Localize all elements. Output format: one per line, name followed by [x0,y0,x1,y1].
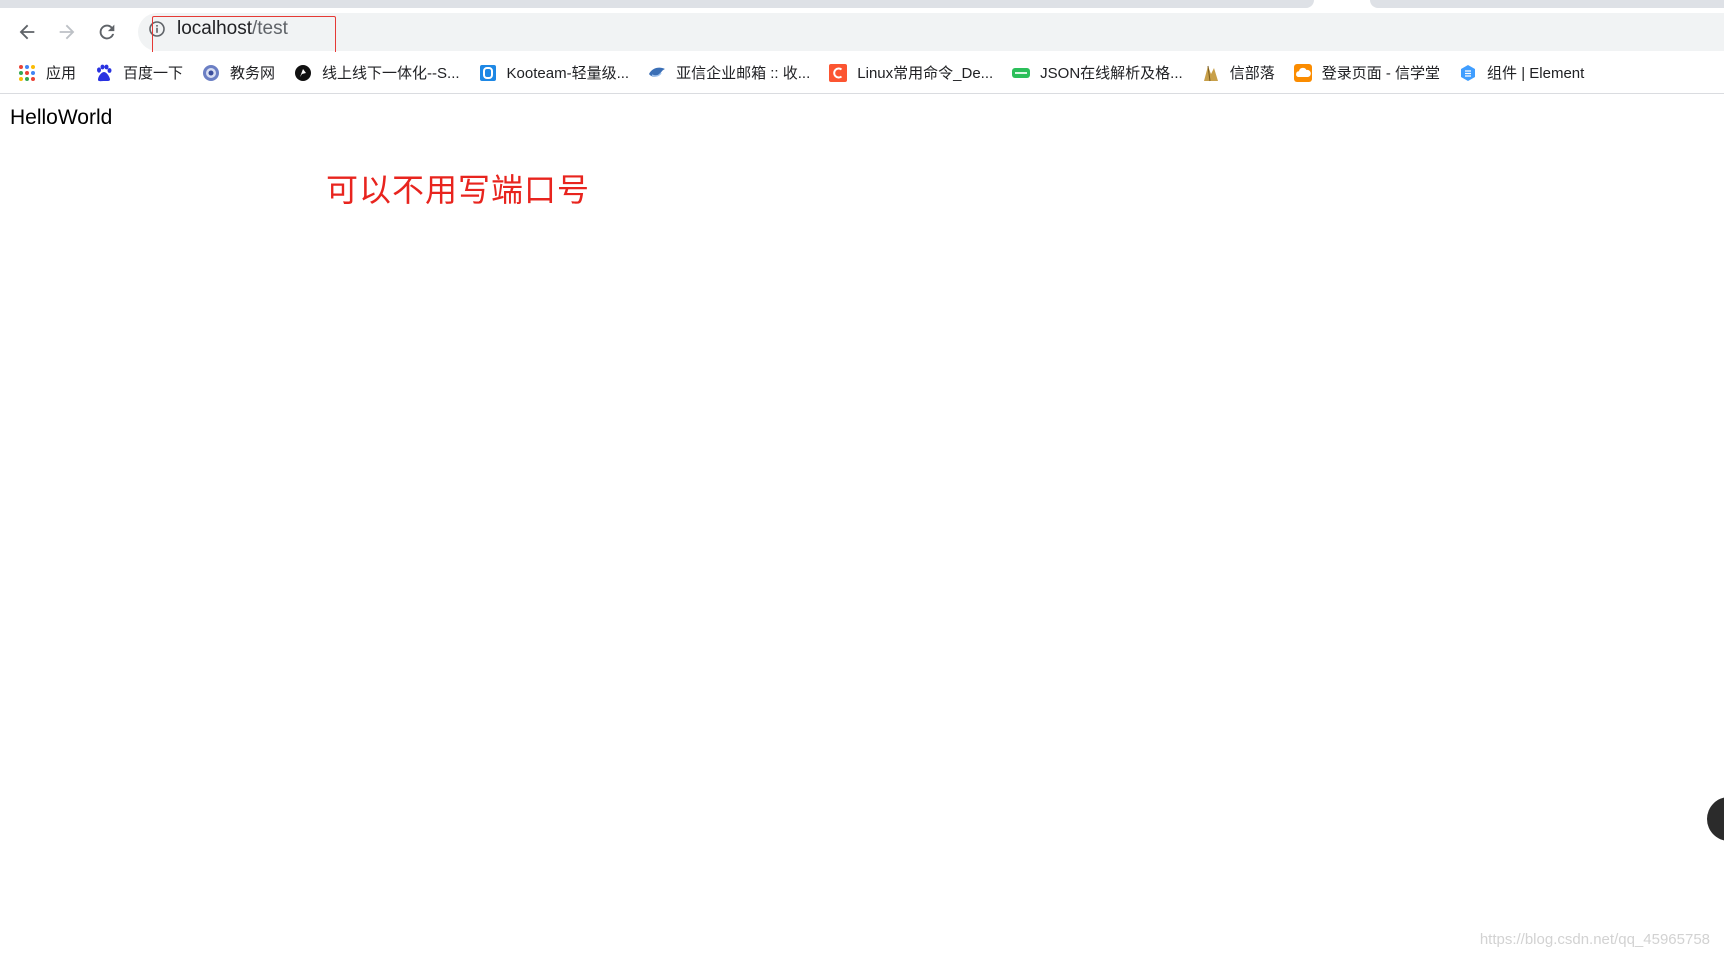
bookmark-linux-commands[interactable]: Linux常用命令_De... [829,59,993,87]
black-circle-icon [294,64,312,82]
page-content: HelloWorld 可以不用写端口号 https://blog.csdn.ne… [0,95,1724,958]
bookmark-label: 百度一下 [123,65,184,82]
shield-globe-icon [202,64,220,82]
mail-bird-icon [648,64,666,82]
bookmark-xinbuluo[interactable]: 信部落 [1202,59,1275,87]
bookmark-label: 线上线下一体化--S... [322,65,460,82]
bookmarks-bar: 应用 百度一下 教务网 线上线下一体化--S... Kooteam-轻量级... [0,52,1724,94]
bookmark-online-offline[interactable]: 线上线下一体化--S... [294,59,460,87]
bookmark-label: 登录页面 - 信学堂 [1321,65,1441,82]
bookmark-label: 组件 | Element [1487,65,1585,82]
bookmark-login-xinxuetang[interactable]: 登录页面 - 信学堂 [1293,59,1441,87]
bookmark-label: Kooteam-轻量级... [506,65,630,82]
port-annotation: 可以不用写端口号 [326,171,591,209]
bookmark-label: 应用 [46,65,77,82]
tab-strip-background-right [1370,0,1724,8]
forward-button[interactable] [51,16,83,48]
bookmark-asiainfo-mail[interactable]: 亚信企业邮箱 :: 收... [648,59,810,87]
address-bar[interactable] [138,13,1724,51]
bookmark-apps[interactable]: 应用 [18,59,76,87]
kooteam-icon [479,64,497,82]
element-hex-icon [1459,64,1477,82]
reload-icon [99,24,115,40]
json-icon [1012,64,1031,82]
page-body-text: HelloWorld [10,106,113,129]
bookmark-element-components[interactable]: 组件 | Element [1459,59,1584,87]
bookmark-json[interactable]: JSON在线解析及格... [1012,59,1183,87]
back-arrow-icon [19,24,35,40]
reload-button[interactable] [91,16,123,48]
bookmark-label: JSON在线解析及格... [1040,65,1183,82]
tribe-icon [1202,64,1220,82]
bookmark-jiaowu[interactable]: 教务网 [202,59,275,87]
bookmark-label: 教务网 [230,65,276,82]
bookmark-label: Linux常用命令_De... [857,65,994,82]
back-button[interactable] [11,16,43,48]
cloud-orange-icon [1293,63,1312,82]
bookmark-baidu[interactable]: 百度一下 [95,59,183,87]
csdn-c-icon [829,63,848,82]
forward-arrow-icon [59,24,75,40]
bookmark-kooteam[interactable]: Kooteam-轻量级... [479,59,630,87]
watermark: https://blog.csdn.net/qq_45965758 [1479,931,1710,948]
bookmark-label: 信部落 [1229,65,1275,82]
apps-grid-icon [18,64,36,82]
bookmark-label: 亚信企业邮箱 :: 收... [676,65,811,82]
tab-strip-background [0,0,1314,8]
baidu-paw-icon [95,64,113,82]
